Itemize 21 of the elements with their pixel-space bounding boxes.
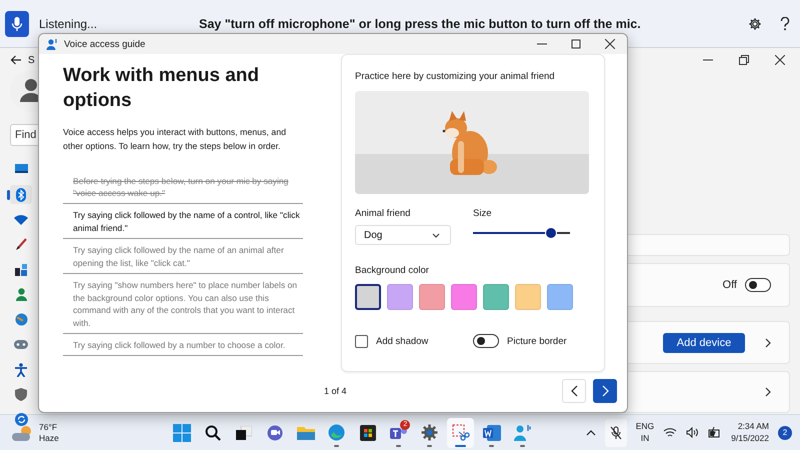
voice-hint-text: Say "turn off microphone" or long press the mic button to turn off the mic.	[199, 16, 642, 30]
picture-border-label: Picture border	[507, 336, 567, 346]
window-title: S	[28, 54, 35, 66]
practice-heading: Practice here by customizing your animal friend	[355, 71, 556, 82]
window-title: Voice access guide	[64, 38, 146, 50]
guide-heading: Work with menus and options	[63, 64, 260, 113]
background-color-label: Background color	[355, 265, 430, 276]
guide-step: Try saying "show numbers here" to place number labels on the background color options. You can also use this command with any of the controls that you want to interact with.	[63, 274, 303, 334]
page-indicator: 1 of 4	[324, 386, 347, 396]
add-shadow-label: Add shadow	[376, 336, 428, 346]
animal-friend-label: Animal friend	[355, 208, 412, 219]
guide-step: Try saying click followed by a number to choose a color.	[63, 334, 303, 356]
guide-intro: Voice access helps you interact with buttons, menus, and other options. To learn how, try the steps below in order.	[63, 126, 287, 154]
toggle-state-label: Off	[722, 279, 737, 291]
guide-step: Try saying click followed by the name of a control, like "click animal friend."	[63, 204, 303, 240]
listening-status: Listening...	[39, 16, 98, 30]
temperature-text: 76°F	[39, 422, 58, 432]
guide-step: Try saying click followed by the name of an animal after opening the list, like "click cat."	[63, 239, 303, 274]
size-label: Size	[473, 208, 492, 219]
weather-condition: Haze	[39, 432, 59, 444]
guide-step: Before trying the steps below, turn on your mic by saying "voice access wake up."	[63, 170, 303, 204]
